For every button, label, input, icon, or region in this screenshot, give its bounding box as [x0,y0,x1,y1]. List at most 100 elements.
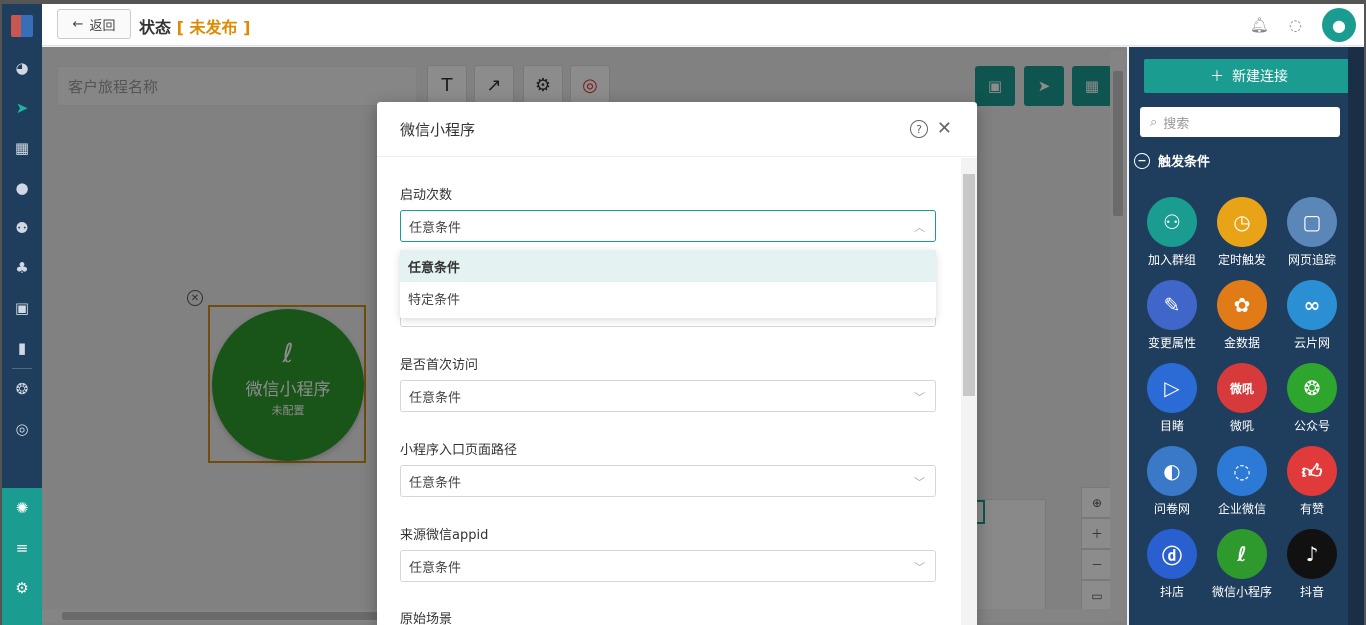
trigger-item[interactable]: ✿ 金数据 [1207,280,1277,351]
back-label: 返回 [89,18,116,34]
miniprogram-modal: 微信小程序 ? ✕ 启动次数 任意条件 ︿ 任意条件 特定条件 是否首次访问 任… [377,102,977,625]
source-appid-select[interactable]: 任意条件 ﹀ [400,550,936,582]
field-label-first-visit: 是否首次访问 [400,358,479,373]
app-logo[interactable] [2,4,42,48]
modal-header: 微信小程序 ? ✕ [377,102,977,157]
thumb-icon: 👍︎ [1287,446,1337,496]
wechat-icon[interactable]: ❂ [2,369,42,409]
avatar[interactable]: ● [1322,8,1356,42]
launch-count-dropdown: 任意条件 特定条件 [400,250,936,318]
yunpian-icon: ∞ [1287,280,1337,330]
web-track-icon: ▢ [1287,197,1337,247]
first-visit-value: 任意条件 [409,390,462,406]
launch-count-select[interactable]: 任意条件 ︿ [400,210,936,242]
user-icon[interactable]: ● [2,168,42,208]
page-title: 状态 [ 未发布 ] [139,14,250,38]
section-title: 触发条件 [1158,155,1211,170]
wechat-icon: ❂ [1287,363,1337,413]
trigger-item-label: 云片网 [1293,336,1330,350]
chat-icon[interactable]: ◌ [1289,16,1302,34]
search-input[interactable]: ⌕ 搜索 [1140,107,1340,137]
users-icon[interactable]: ⚉ [2,208,42,248]
top-bar: ← 返回 状态 [ 未发布 ] 🔔︎ ◌ ● [42,4,1364,46]
right-panel-scrollbar[interactable] [1348,47,1364,625]
dropdown-option-specific[interactable]: 特定条件 [400,282,936,314]
trigger-item-label: 有赞 [1299,502,1324,516]
dropdown-option-any[interactable]: 任意条件 [400,250,936,282]
trigger-item[interactable]: ◐ 问卷网 [1137,446,1207,517]
field-label-original-scene: 原始场景 [400,612,453,625]
modal-scroll-thumb[interactable] [963,174,975,396]
miniprogram-icon: ℓ [1217,529,1267,579]
bell-icon[interactable]: 🔔︎ [1250,16,1269,34]
trigger-item[interactable]: ▢ 网页追踪 [1277,197,1347,268]
wenjuan-icon: ◐ [1147,446,1197,496]
trigger-item[interactable]: ⚇ 加入群组 [1137,197,1207,268]
trigger-item-label: 抖音 [1299,585,1324,599]
trigger-item[interactable]: ✎ 变更属性 [1137,280,1207,351]
top-icons: 🔔︎ ◌ ● [1250,8,1356,42]
trigger-item[interactable]: 👍︎ 有赞 [1277,446,1347,517]
trigger-item[interactable]: ℓ 微信小程序 [1207,529,1277,600]
status-badge: [ 未发布 ] [176,18,251,37]
entry-path-value: 任意条件 [409,475,462,491]
status-text: 未发布 [189,18,238,37]
chevron-down-icon: ﹀ [914,561,925,574]
trigger-item-label: 变更属性 [1147,336,1196,350]
close-icon[interactable]: ✕ [937,118,952,139]
back-button[interactable]: ← 返回 [57,9,131,39]
send-icon[interactable]: ➤ [2,88,42,128]
help-icon[interactable]: ? [910,120,928,138]
settings-icon[interactable]: ⚙ [2,568,42,608]
new-connection-button[interactable]: ＋ 新建连接 [1144,59,1354,93]
play-icon: ▷ [1147,363,1197,413]
trigger-item-label: 抖店 [1159,585,1184,599]
trigger-item-label: 金数据 [1223,336,1260,350]
target-icon[interactable]: ◎ [2,409,42,449]
search-placeholder: 搜索 [1163,116,1190,132]
field-label-entry-path: 小程序入口页面路径 [400,443,518,458]
trigger-item-label: 定时触发 [1217,253,1266,267]
jinshuju-icon: ✿ [1217,280,1267,330]
collapse-icon: − [1134,152,1150,169]
first-visit-select[interactable]: 任意条件 ﹀ [400,380,936,412]
chevron-down-icon: ﹀ [914,391,925,404]
modal-title: 微信小程序 [400,120,476,139]
trigger-item-label: 加入群组 [1147,253,1196,267]
trigger-item[interactable]: ♪ 抖音 [1277,529,1347,600]
trigger-item[interactable]: ◷ 定时触发 [1207,197,1277,268]
trigger-item-label: 问卷网 [1153,502,1190,516]
entry-path-select[interactable]: 任意条件 ﹀ [400,465,936,497]
network-icon[interactable]: ✺ [2,488,42,528]
chevron-up-icon: ︿ [914,221,925,234]
trigger-grid: ⚇ 加入群组 ◷ 定时触发 ▢ 网页追踪 ✎ 变更属性 ✿ 金数据 ∞ 云片网 ▷ 目睹 微吼 微吼 ❂ 公众号 ◐… [1137,197,1342,600]
vhall-icon: 微吼 [1217,363,1267,413]
modal-body: 启动次数 任意条件 ︿ 任意条件 特定条件 是否首次访问 任意条件 ﹀ 小程序入… [377,158,961,625]
trigger-item[interactable]: ∞ 云片网 [1277,280,1347,351]
trigger-item[interactable]: 微吼 微吼 [1207,363,1277,434]
user-add-icon: ⚇ [1147,197,1197,247]
modal-scrollbar[interactable] [961,158,977,625]
group-icon[interactable]: ♣ [2,248,42,288]
trigger-item-label: 网页追踪 [1287,253,1336,267]
layout-icon[interactable]: ▦ [2,128,42,168]
arrow-left-icon: ← [72,16,84,32]
server-icon[interactable]: ≡ [2,528,42,568]
trigger-item[interactable]: ⓓ 抖店 [1137,529,1207,600]
bookmark-icon[interactable]: ▣ [2,288,42,328]
trigger-item[interactable]: ❂ 公众号 [1277,363,1347,434]
bar-chart-icon[interactable]: ▮ [2,328,42,368]
trigger-item[interactable]: ▷ 目睹 [1137,363,1207,434]
logo-mark [11,15,33,37]
trigger-item-label: 微信小程序 [1211,585,1272,599]
trigger-item[interactable]: ◌ 企业微信 [1207,446,1277,517]
right-panel: ＋ 新建连接 ⌕ 搜索 − 触发条件 ⚇ 加入群组 ◷ 定时触发 ▢ 网页追踪 ✎ 变更属性 ✿… [1129,47,1364,625]
trigger-section-header[interactable]: − 触发条件 [1134,151,1210,170]
launch-count-value: 任意条件 [409,220,462,236]
new-connection-label: 新建连接 [1232,69,1288,85]
search-icon: ⌕ [1150,114,1158,130]
trigger-item-label: 微吼 [1229,419,1254,433]
source-appid-value: 任意条件 [409,560,462,576]
chevron-down-icon: ﹀ [914,476,925,489]
dashboard-icon[interactable]: ◕ [2,48,42,88]
